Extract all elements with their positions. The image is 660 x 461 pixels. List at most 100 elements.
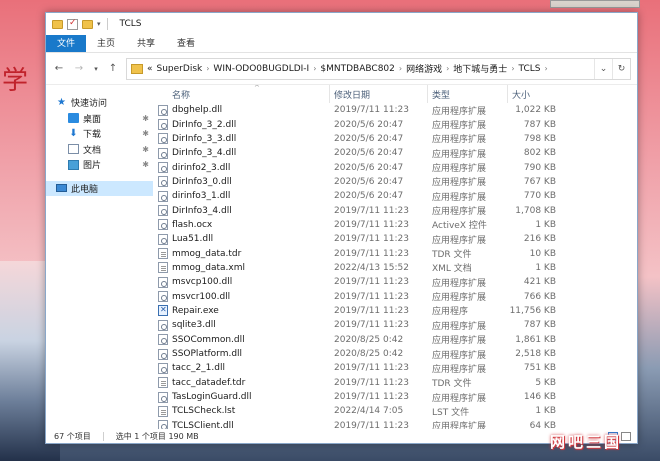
table-row[interactable]: DirInfo_3_2.dll 2020/5/6 20:47 应用程序扩展 787 K…: [154, 117, 637, 131]
file-name-cell[interactable]: msvcp100.dll: [154, 275, 330, 289]
table-row[interactable]: sqlite3.dll 2019/7/11 11:23 应用程序扩展 787 KB: [154, 318, 637, 332]
file-name-cell[interactable]: mmog_data.tdr: [154, 246, 330, 260]
tab-view[interactable]: 查看: [166, 35, 206, 52]
tab-file[interactable]: 文件: [46, 35, 87, 52]
file-size: 146 KB: [523, 392, 556, 403]
table-row[interactable]: TasLoginGuard.dll 2019/7/11 11:23 应用程序扩展 14…: [154, 390, 637, 404]
file-name-cell[interactable]: TCLSClient.dll: [154, 419, 330, 429]
breadcrumb-separator-icon[interactable]: ›: [399, 64, 402, 73]
file-name-cell[interactable]: TCLSCheck.lst: [154, 404, 330, 418]
file-name-cell[interactable]: SSOCommon.dll: [154, 333, 330, 347]
sidebar-item-desktop[interactable]: 桌面 ✱: [46, 111, 153, 127]
file-name-cell[interactable]: DirInfo_3_2.dll: [154, 117, 330, 131]
recent-locations-chevron-icon[interactable]: ▾: [92, 65, 100, 73]
file-name-cell[interactable]: mmog_data.xml: [154, 261, 330, 275]
dll-file-icon: [158, 147, 168, 159]
refresh-icon[interactable]: ↻: [612, 58, 630, 79]
table-row[interactable]: DirInfo3_0.dll 2020/5/6 20:47 应用程序扩展 767 KB: [154, 175, 637, 189]
file-name-cell[interactable]: Repair.exe: [154, 304, 330, 318]
file-name-cell[interactable]: SSOPlatform.dll: [154, 347, 330, 361]
file-name-cell[interactable]: tacc_2_1.dll: [154, 361, 330, 375]
breadcrumb-item[interactable]: SuperDisk: [157, 64, 203, 74]
file-name-cell[interactable]: msvcr100.dll: [154, 289, 330, 303]
breadcrumb-item[interactable]: $MNTDBABC802: [320, 64, 394, 74]
sidebar-item-downloads[interactable]: ⬇ 下载 ✱: [46, 126, 153, 142]
properties-quick-access-icon[interactable]: [67, 18, 78, 30]
table-row[interactable]: TCLSCheck.lst 2022/4/14 7:05 LST 文件 1 KB: [154, 404, 637, 418]
sidebar-item-documents[interactable]: 文档 ✱: [46, 142, 153, 158]
address-bar[interactable]: « SuperDisk › WIN-ODO0BUGDLDI-I › $MNTDB…: [126, 57, 631, 80]
column-header-type[interactable]: 类型: [428, 85, 508, 103]
breadcrumb-item[interactable]: 网络游戏: [406, 62, 442, 75]
file-name-cell[interactable]: DirInfo3_0.dll: [154, 175, 330, 189]
table-row[interactable]: mmog_data.xml 2022/4/13 15:52 XML 文档 1 KB: [154, 261, 637, 275]
folder-icon: [131, 63, 143, 74]
table-row[interactable]: dbghelp.dll 2019/7/11 11:23 应用程序扩展 1,022 KB: [154, 103, 637, 117]
table-row[interactable]: TCLSClient.dll 2019/7/11 11:23 应用程序扩展 64 KB: [154, 419, 637, 429]
breadcrumb-item[interactable]: WIN-ODO0BUGDLDI-I: [213, 64, 309, 74]
table-row[interactable]: msvcp100.dll 2019/7/11 11:23 应用程序扩展 421 KB: [154, 275, 637, 289]
file-name-cell[interactable]: dirinfo3_1.dll: [154, 189, 330, 203]
title-separator: [106, 18, 108, 30]
column-header-date[interactable]: 修改日期: [330, 85, 428, 103]
documents-icon: [68, 144, 79, 155]
tab-home[interactable]: 主页: [86, 35, 126, 52]
file-type: 应用程序扩展: [432, 149, 487, 160]
breadcrumb-separator-icon[interactable]: ›: [313, 64, 316, 73]
table-row[interactable]: msvcr100.dll 2019/7/11 11:23 应用程序扩展 766 KB: [154, 289, 637, 303]
breadcrumb-overflow[interactable]: «: [147, 64, 153, 74]
breadcrumb-separator-icon[interactable]: ›: [545, 64, 548, 73]
dll-file-icon: [158, 162, 168, 174]
table-row[interactable]: Lua51.dll 2019/7/11 11:23 应用程序扩展 216 KB: [154, 232, 637, 246]
table-row[interactable]: tacc_2_1.dll 2019/7/11 11:23 应用程序扩展 751 KB: [154, 361, 637, 375]
file-name: sqlite3.dll: [172, 320, 216, 331]
file-name-cell[interactable]: flash.ocx: [154, 218, 330, 232]
file-name-cell[interactable]: DirInfo_3_3.dll: [154, 132, 330, 146]
file-name-cell[interactable]: tacc_datadef.tdr: [154, 376, 330, 390]
file-type: 应用程序扩展: [432, 293, 487, 304]
file-type: 应用程序扩展: [432, 135, 487, 146]
table-row[interactable]: Repair.exe 2019/7/11 11:23 应用程序 11,756 KB: [154, 304, 637, 318]
new-folder-icon[interactable]: [82, 19, 93, 29]
up-arrow-icon[interactable]: ↑: [106, 63, 120, 74]
table-row[interactable]: flash.ocx 2019/7/11 11:23 ActiveX 控件 1 KB: [154, 218, 637, 232]
sidebar-item-quick-access[interactable]: ★ 快速访问: [46, 95, 153, 111]
column-header-name[interactable]: 名称: [154, 85, 330, 103]
table-row[interactable]: DirInfo3_4.dll 2019/7/11 11:23 应用程序扩展 1,708…: [154, 203, 637, 217]
file-date: 2020/8/25 0:42: [334, 334, 404, 345]
breadcrumb-separator-icon[interactable]: ›: [206, 64, 209, 73]
title-bar[interactable]: ▾ TCLS: [46, 13, 637, 35]
breadcrumb-separator-icon[interactable]: ›: [446, 64, 449, 73]
file-name-cell[interactable]: TasLoginGuard.dll: [154, 390, 330, 404]
file-name-cell[interactable]: dbghelp.dll: [154, 103, 330, 117]
table-row[interactable]: DirInfo_3_4.dll 2020/5/6 20:47 应用程序扩展 802 K…: [154, 146, 637, 160]
table-row[interactable]: DirInfo_3_3.dll 2020/5/6 20:47 应用程序扩展 798 K…: [154, 132, 637, 146]
table-row[interactable]: dirinfo3_1.dll 2020/5/6 20:47 应用程序扩展 770 KB: [154, 189, 637, 203]
table-row[interactable]: dirinfo2_3.dll 2020/5/6 20:47 应用程序扩展 790 KB: [154, 160, 637, 174]
quick-access-toolbar-dropdown-icon[interactable]: ▾: [97, 20, 101, 28]
file-name-cell[interactable]: DirInfo_3_4.dll: [154, 146, 330, 160]
address-dropdown-icon[interactable]: ⌄: [594, 58, 612, 79]
file-name-cell[interactable]: DirInfo3_4.dll: [154, 203, 330, 217]
table-row[interactable]: SSOPlatform.dll 2020/8/25 0:42 应用程序扩展 2,518…: [154, 347, 637, 361]
file-name-cell[interactable]: Lua51.dll: [154, 232, 330, 246]
table-row[interactable]: SSOCommon.dll 2020/8/25 0:42 应用程序扩展 1,861 K…: [154, 333, 637, 347]
table-row[interactable]: mmog_data.tdr 2019/7/11 11:23 TDR 文件 10 KB: [154, 246, 637, 260]
breadcrumb-separator-icon[interactable]: ›: [511, 64, 514, 73]
forward-arrow-icon[interactable]: →: [72, 63, 86, 74]
document-file-icon: [158, 377, 168, 389]
file-date: 2020/5/6 20:47: [334, 162, 404, 173]
column-header-size[interactable]: 大小: [508, 85, 560, 103]
tab-share[interactable]: 共享: [126, 35, 166, 52]
back-arrow-icon[interactable]: ←: [52, 63, 66, 74]
file-size: 802 KB: [523, 148, 556, 159]
file-size: 1,861 KB: [515, 334, 556, 345]
table-row[interactable]: tacc_datadef.tdr 2019/7/11 11:23 TDR 文件 5 K…: [154, 376, 637, 390]
breadcrumb-item[interactable]: TCLS: [519, 64, 541, 74]
sidebar-item-pictures[interactable]: 图片 ✱: [46, 157, 153, 173]
column-header-row: 名称 修改日期 类型 大小: [154, 85, 637, 103]
breadcrumb-item[interactable]: 地下城与勇士: [453, 62, 507, 75]
file-name-cell[interactable]: dirinfo2_3.dll: [154, 160, 330, 174]
sidebar-item-this-pc[interactable]: 此电脑: [46, 180, 153, 196]
file-name-cell[interactable]: sqlite3.dll: [154, 318, 330, 332]
